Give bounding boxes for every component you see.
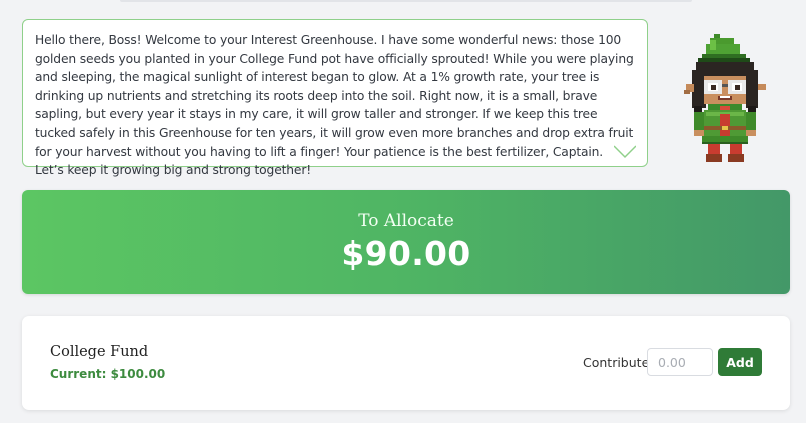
add-contribution-button[interactable]: Add bbox=[718, 348, 762, 376]
college-fund-card: College Fund Current: $100.00 Contribute… bbox=[22, 316, 790, 410]
speech-bubble-tail bbox=[614, 145, 636, 159]
fund-current-balance: Current: $100.00 bbox=[50, 367, 166, 381]
contribute-label: Contribute: bbox=[583, 355, 654, 370]
speech-text: Hello there, Boss! Welcome to your Inter… bbox=[35, 33, 634, 178]
to-allocate-banner: To Allocate $90.00 bbox=[22, 190, 790, 294]
fund-name: College Fund bbox=[50, 344, 149, 360]
speech-bubble: Hello there, Boss! Welcome to your Inter… bbox=[22, 19, 648, 177]
to-allocate-label: To Allocate bbox=[358, 211, 454, 231]
elf-gardener-character-icon bbox=[684, 34, 766, 162]
top-divider bbox=[120, 0, 692, 2]
to-allocate-amount: $90.00 bbox=[341, 234, 471, 273]
contribute-amount-input[interactable] bbox=[647, 348, 713, 376]
